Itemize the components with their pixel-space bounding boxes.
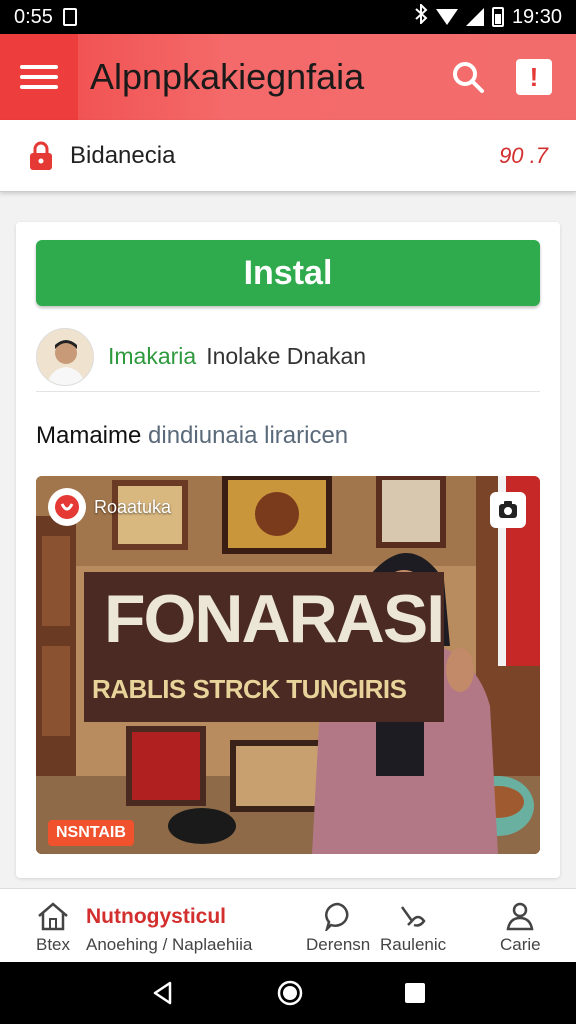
search-icon [453,62,484,93]
banner-subtitle: RABLIS STRCK TUNGIRIS [92,674,407,704]
menu-icon-line [20,85,58,89]
menu-button[interactable] [0,34,78,120]
chat-icon [325,902,349,931]
menu-icon-line [20,65,58,69]
tools-icon [401,906,426,927]
nav-chat-label: Derensn [306,935,371,954]
home-button-icon[interactable] [276,979,304,1007]
nav-home[interactable]: Btex [36,901,70,955]
description-strong: Mamaime [36,422,142,449]
status-bar: 0:55 19:30 [0,0,576,34]
description: Mamaime dindiunaia liraricen [36,422,348,450]
system-navigation [0,962,576,1024]
app-detail-card: Instal Imakaria Inolake Dnakan Mamaime d… [16,222,560,878]
security-value: 90 .7 [499,142,548,168]
nav-tools-label: Raulenic [380,935,447,954]
recents-icon[interactable] [404,982,426,1004]
search-button[interactable] [442,51,494,103]
developer-label: Inolake Dnakan [206,343,367,369]
home-icon [38,902,68,931]
description-light: dindiunaia liraricen [148,422,349,449]
status-clock: 19:30 [511,5,562,28]
security-label: Bidanecia [70,141,176,169]
menu-icon-line [20,75,58,79]
install-button[interactable]: Instal [36,240,540,306]
status-time: 0:55 [14,5,53,28]
channel-tag[interactable]: Roaatuka [48,488,171,526]
camera-icon [499,501,517,518]
nav-featured-title: Nutnogysticul [86,905,226,928]
person-icon [506,902,534,931]
lock-icon [30,141,52,170]
battery-icon [491,7,504,27]
channel-name: Roaatuka [94,496,172,517]
nav-featured-sub: Anoehing / Naplaehiia [86,935,253,954]
nav-featured[interactable]: Nutnogysticul Anoehing / Naplaehiia [86,905,252,955]
avatar [36,327,94,386]
app-bar: Alpnpkakiegnfaia ! [0,34,576,120]
bottom-navigation: Btex Nutnogysticul Anoehing / Naplaehiia… [0,888,576,962]
nav-profile[interactable]: Carie [500,901,541,955]
security-bar[interactable]: Bidanecia 90 .7 [0,120,576,192]
app-title: Alpnpkakiegnfaia [90,56,365,97]
camera-button[interactable] [490,492,526,528]
signal-icon [465,8,484,26]
channel-icon [48,488,86,526]
nav-chat[interactable]: Derensn [306,901,370,955]
media-preview[interactable]: FONARASI RABLIS STRCK TUNGIRIS Roaatuka … [36,476,540,854]
back-icon[interactable] [150,980,176,1006]
nav-profile-label: Carie [500,935,541,954]
nav-tools[interactable]: Raulenic [380,901,446,955]
bluetooth-icon [414,2,428,30]
banner-title: FONARASI [104,581,445,657]
sim-icon [62,8,77,26]
nav-home-label: Btex [36,935,71,954]
wifi-icon [435,9,458,25]
media-badge: NSNTAIB [48,820,134,846]
alert-button[interactable]: ! [516,59,552,95]
developer-name: Imakaria [108,343,197,369]
developer-row[interactable]: Imakaria Inolake Dnakan [36,322,540,392]
